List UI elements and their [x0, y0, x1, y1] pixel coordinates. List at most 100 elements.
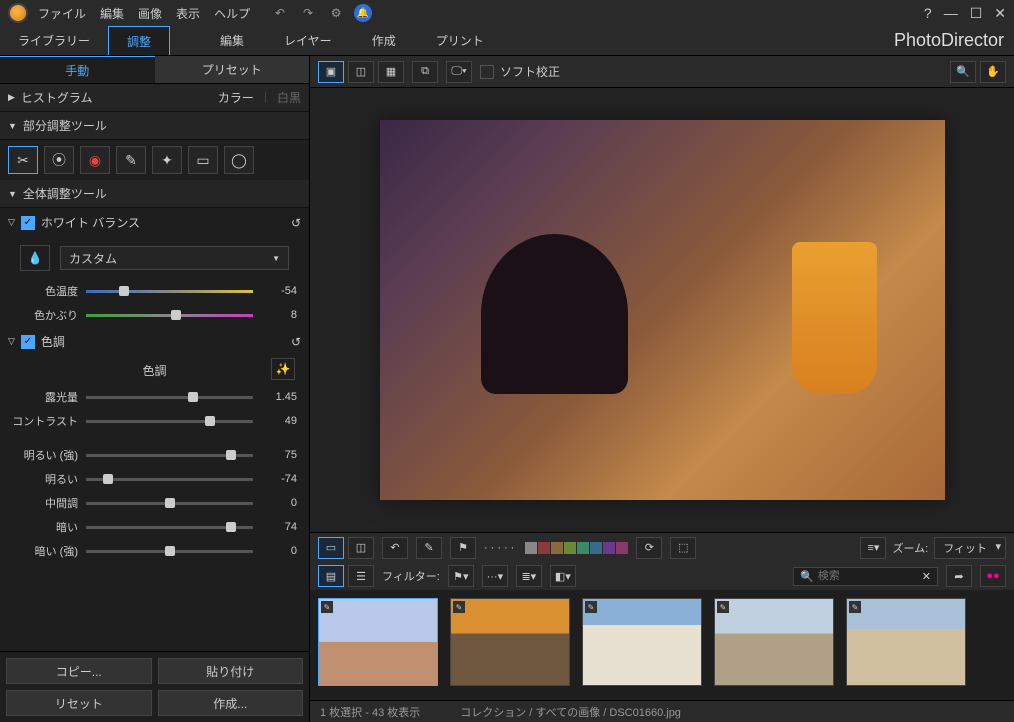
tint-slider[interactable]: [86, 308, 253, 322]
tone-reset-icon[interactable]: ↺: [291, 335, 301, 349]
minimize-button[interactable]: —: [944, 5, 958, 21]
exposure-slider[interactable]: [86, 390, 253, 404]
paste-button[interactable]: 貼り付け: [158, 658, 304, 684]
brush-tool-icon[interactable]: ✎: [116, 146, 146, 174]
thumbview-list-icon[interactable]: ☰: [348, 565, 374, 587]
copy-button[interactable]: コピー...: [6, 658, 152, 684]
crop-tool-icon[interactable]: ✂: [8, 146, 38, 174]
search-box[interactable]: 🔍 ✕: [793, 567, 938, 586]
thumbview-small-icon[interactable]: ▤: [318, 565, 344, 587]
share-flickr-icon[interactable]: ●●: [980, 565, 1006, 587]
mode-layer[interactable]: レイヤー: [284, 32, 332, 49]
color-swatch[interactable]: [525, 542, 537, 554]
global-header[interactable]: ▼ 全体調整ツール: [0, 180, 309, 208]
reset-button[interactable]: リセット: [6, 690, 152, 716]
maximize-button[interactable]: ☐: [970, 5, 983, 22]
menu-image[interactable]: 画像: [138, 5, 162, 22]
softproof-checkbox[interactable]: [480, 65, 494, 79]
highlights-strong-slider[interactable]: [86, 448, 253, 462]
mode-print[interactable]: プリント: [436, 32, 484, 49]
menu-edit[interactable]: 編集: [100, 5, 124, 22]
color-swatch[interactable]: [551, 542, 563, 554]
menu-view[interactable]: 表示: [176, 5, 200, 22]
wb-checkbox[interactable]: ✓: [21, 216, 35, 230]
flag-icon[interactable]: ⚑: [450, 537, 476, 559]
thumbnail[interactable]: ✎: [582, 598, 702, 686]
color-labels[interactable]: [525, 542, 628, 554]
clear-search-icon[interactable]: ✕: [922, 570, 931, 583]
view-single-icon[interactable]: ▣: [318, 61, 344, 83]
view-compare-icon[interactable]: ◫: [348, 61, 374, 83]
wb-preset-select[interactable]: カスタム: [60, 246, 289, 270]
crop-icon[interactable]: ⬚: [670, 537, 696, 559]
help-button[interactable]: ?: [924, 5, 932, 21]
mode-edit[interactable]: 編集: [220, 32, 244, 49]
wb-header[interactable]: ▽ ✓ ホワイト バランス ↺: [0, 208, 309, 237]
app-logo-icon: [8, 3, 28, 23]
thumbnail[interactable]: ✎: [846, 598, 966, 686]
highlights-slider[interactable]: [86, 472, 253, 486]
tab-preset[interactable]: プリセット: [155, 56, 310, 83]
close-button[interactable]: ✕: [994, 5, 1006, 22]
strip-single-icon[interactable]: ▭: [318, 537, 344, 559]
redo-icon[interactable]: ↷: [298, 3, 318, 23]
menu-file[interactable]: ファイル: [38, 5, 86, 22]
viewport[interactable]: [310, 88, 1014, 532]
shadows-strong-slider[interactable]: [86, 544, 253, 558]
mask-rect-icon[interactable]: ▭: [188, 146, 218, 174]
strip-split-icon[interactable]: ◫: [348, 537, 374, 559]
menu-help[interactable]: ヘルプ: [214, 5, 250, 22]
thumbnail[interactable]: ✎: [450, 598, 570, 686]
undo-icon[interactable]: ↶: [270, 3, 290, 23]
create-button[interactable]: 作成...: [158, 690, 304, 716]
mask-radial-icon[interactable]: ◯: [224, 146, 254, 174]
view-grid-icon[interactable]: ▦: [378, 61, 404, 83]
auto-tone-icon[interactable]: ✨: [271, 358, 295, 380]
spot-tool-icon[interactable]: ◉: [80, 146, 110, 174]
color-swatch[interactable]: [616, 542, 628, 554]
zoom-select[interactable]: フィット: [934, 537, 1006, 559]
contrast-slider[interactable]: [86, 414, 253, 428]
histogram-color[interactable]: カラー: [218, 89, 254, 106]
midtones-slider[interactable]: [86, 496, 253, 510]
wb-reset-icon[interactable]: ↺: [291, 216, 301, 230]
temp-slider[interactable]: [86, 284, 253, 298]
histogram-header[interactable]: ▶ ヒストグラム カラー | 白黒: [0, 84, 309, 112]
filter-flag-icon[interactable]: ⚑▾: [448, 565, 474, 587]
pan-tool-icon[interactable]: ✋: [980, 61, 1006, 83]
sort-icon[interactable]: ≡▾: [860, 537, 886, 559]
notification-icon[interactable]: 🔔: [354, 4, 372, 22]
settings-icon[interactable]: ⚙: [326, 3, 346, 23]
shadows-slider[interactable]: [86, 520, 253, 534]
filter-rating-icon[interactable]: ···▾: [482, 565, 508, 587]
monitor-icon[interactable]: 🖵▾: [446, 61, 472, 83]
tab-manual[interactable]: 手動: [0, 56, 155, 83]
refresh-icon[interactable]: ⟳: [636, 537, 662, 559]
color-swatch[interactable]: [564, 542, 576, 554]
redeye-tool-icon[interactable]: ⦿: [44, 146, 74, 174]
zoom-tool-icon[interactable]: 🔍: [950, 61, 976, 83]
color-swatch[interactable]: [538, 542, 550, 554]
filter-color-icon[interactable]: ◧▾: [550, 565, 576, 587]
eyedropper-icon[interactable]: 💧: [20, 245, 50, 271]
mode-adjustment[interactable]: 調整: [108, 26, 170, 55]
export-icon[interactable]: ➦: [946, 565, 972, 587]
rotate-left-icon[interactable]: ↶: [382, 537, 408, 559]
regional-header[interactable]: ▼ 部分調整ツール: [0, 112, 309, 140]
thumbnail[interactable]: ✎: [318, 598, 438, 686]
color-swatch[interactable]: [603, 542, 615, 554]
color-swatch[interactable]: [577, 542, 589, 554]
filter-stack-icon[interactable]: ≣▾: [516, 565, 542, 587]
tone-checkbox[interactable]: ✓: [21, 335, 35, 349]
color-swatch[interactable]: [590, 542, 602, 554]
thumbnail[interactable]: ✎: [714, 598, 834, 686]
edit-pencil-icon[interactable]: ✎: [416, 537, 442, 559]
histogram-bw[interactable]: 白黒: [277, 89, 301, 106]
mode-library[interactable]: ライブラリー: [0, 26, 108, 55]
secondary-display-icon[interactable]: ⧉: [412, 61, 438, 83]
search-input[interactable]: [818, 570, 918, 582]
tone-header[interactable]: ▽ ✓ 色調 ↺: [0, 327, 309, 356]
clone-tool-icon[interactable]: ✦: [152, 146, 182, 174]
rating-dots[interactable]: ·····: [484, 542, 517, 554]
mode-create[interactable]: 作成: [372, 32, 396, 49]
